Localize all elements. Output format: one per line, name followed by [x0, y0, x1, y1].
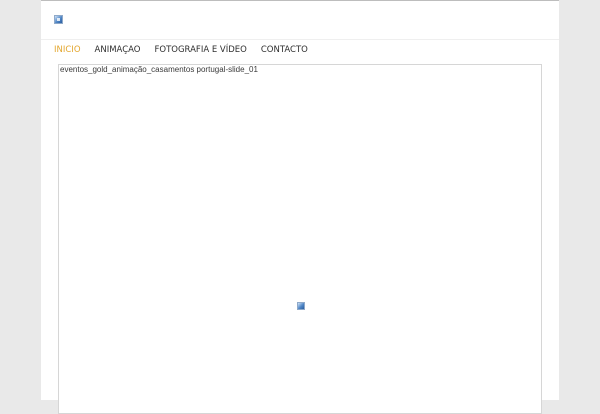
page-container: INICIO ANIMAÇAO FOTOGRAFIA E VÍDEO CONTA… — [41, 0, 559, 414]
nav-item-contacto[interactable]: CONTACTO — [261, 45, 308, 55]
header-divider — [41, 39, 559, 40]
slide-image-alt-text: eventos_gold_animação_casamentos portuga… — [60, 65, 258, 74]
nav-item-fotografia-e-video[interactable]: FOTOGRAFIA E VÍDEO — [155, 45, 247, 55]
nav-item-inicio[interactable]: INICIO — [54, 45, 81, 55]
site-logo-broken-image-icon[interactable] — [54, 15, 63, 24]
main-navigation: INICIO ANIMAÇAO FOTOGRAFIA E VÍDEO CONTA… — [54, 41, 308, 59]
hero-slider[interactable]: eventos_gold_animação_casamentos portuga… — [58, 64, 542, 414]
nav-item-animacao[interactable]: ANIMAÇAO — [95, 45, 141, 55]
slide-broken-image-icon — [297, 302, 305, 310]
